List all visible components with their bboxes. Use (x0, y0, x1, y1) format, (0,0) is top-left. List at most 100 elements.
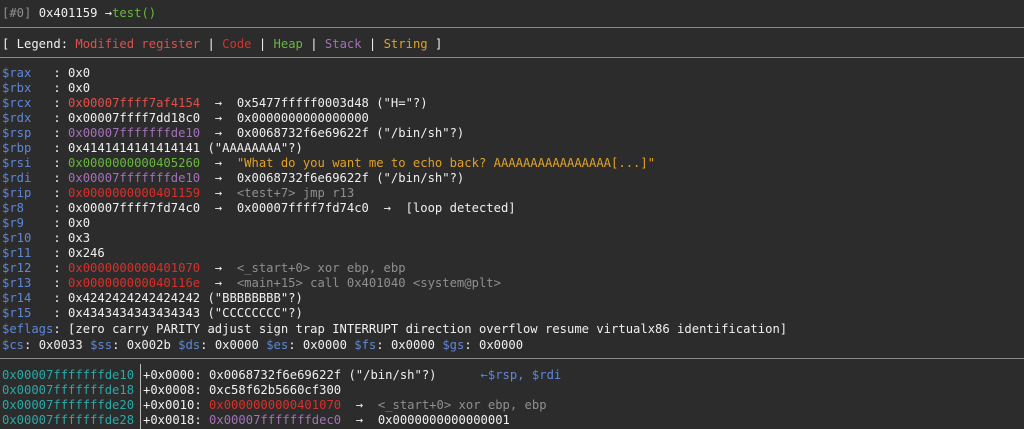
register-row: $r12 : 0x0000000000401070 → <_start+0> x… (2, 261, 406, 276)
segment-register-name: $gs (442, 338, 465, 352)
stack-row: 0x00007fffffffde20 +0x0010: 0x00000000004… (2, 398, 547, 413)
register-target: 0x0000000000000000 (236, 111, 369, 125)
register-row: $rbx : 0x0 (2, 81, 90, 96)
separator-top (0, 27, 1024, 28)
segment-register-value: : 0x0000 (200, 338, 267, 352)
register-row: $r11 : 0x246 (2, 246, 105, 261)
register-name: $rbp (2, 141, 32, 155)
stack-offset: +0x0000: (143, 368, 210, 382)
register-row: $r13 : 0x000000000040116e → <main+15> ca… (2, 276, 501, 291)
register-arrow: → (200, 276, 237, 290)
stack-row: 0x00007fffffffde18 +0x0008: 0xc58f62b5660… (2, 383, 341, 398)
register-colon: : (31, 66, 69, 80)
register-value: 0x4242424242424242 ("BBBBBBBB"?) (68, 291, 303, 305)
separator-stack (0, 358, 1024, 359)
stack-target: <_start+0> xor ebp, ebp (377, 398, 547, 412)
frame-arrow: → (104, 6, 113, 20)
legend-sep: | (302, 37, 325, 51)
frame-function: test() (112, 6, 157, 20)
register-colon: : (31, 96, 69, 110)
legend-heap: Heap (273, 37, 303, 51)
stack-value: 0x0000000000401070 (209, 398, 342, 412)
register-colon: : (31, 171, 69, 185)
segment-register-value: : 0x0000 (376, 338, 443, 352)
stack-offset: +0x0008: (143, 383, 210, 397)
segment-registers-row: $cs: 0x0033 $ss: 0x002b $ds: 0x0000 $es:… (2, 338, 523, 353)
segment-register-value: : 0x0000 (288, 338, 355, 352)
register-name: $rip (2, 186, 32, 200)
register-name: $r15 (2, 306, 32, 320)
register-arrow: → (200, 261, 237, 275)
register-name: $r12 (2, 261, 32, 275)
segment-register-value: : 0x0033 (24, 338, 91, 352)
register-value: 0x00007ffff7fd74c0 (68, 201, 201, 215)
register-arrow: → (200, 171, 237, 185)
register-value: 0x00007ffff7af4154 (68, 96, 201, 110)
register-colon: : (24, 201, 69, 215)
stack-arrow: → (341, 413, 378, 427)
register-value: 0x0000000000401159 (68, 186, 201, 200)
register-name: $r14 (2, 291, 32, 305)
register-colon: : (31, 261, 69, 275)
segment-register-name: $ss (90, 338, 113, 352)
register-name: $rbx (2, 81, 32, 95)
register-name: $r9 (2, 216, 25, 230)
register-value: 0x0000000000405260 (68, 156, 201, 170)
segment-register-name: $fs (354, 338, 377, 352)
segment-register-value: : 0x002b (112, 338, 179, 352)
register-row: $r14 : 0x4242424242424242 ("BBBBBBBB"?) (2, 291, 303, 306)
register-arrow: → (200, 186, 237, 200)
legend-code: Code (222, 37, 252, 51)
register-target: <main+15> call 0x401040 <system@plt> (236, 276, 501, 290)
register-colon: : (31, 186, 69, 200)
register-row: $rip : 0x0000000000401159 → <test+7> jmp… (2, 186, 354, 201)
register-value: 0x0000000000401070 (68, 261, 201, 275)
stack-offset: +0x0018: (143, 413, 210, 427)
stack-arrow: → (341, 398, 378, 412)
register-name: $rsi (2, 156, 32, 170)
segment-register-name: $ds (178, 338, 201, 352)
register-row: $rsi : 0x0000000000405260 → "What do you… (2, 156, 655, 171)
stack-address: 0x00007fffffffde28 (2, 413, 135, 427)
stack-divider (140, 364, 141, 429)
stack-address: 0x00007fffffffde10 (2, 368, 135, 382)
register-target: 0x5477fffff0003d48 ("H="?) (236, 96, 428, 110)
register-row: $rsp : 0x00007fffffffde10 → 0x0068732f6e… (2, 126, 464, 141)
legend-sep: | (361, 37, 384, 51)
register-colon: : (31, 141, 69, 155)
register-colon: : (31, 231, 69, 245)
register-value: 0x00007ffff7dd18c0 (68, 111, 201, 125)
register-value: 0x0 (68, 81, 91, 95)
register-name: $r13 (2, 276, 32, 290)
register-row: $rax : 0x0 (2, 66, 90, 81)
stack-offset: +0x0010: (143, 398, 210, 412)
register-row: $rcx : 0x00007ffff7af4154 → 0x5477fffff0… (2, 96, 428, 111)
register-arrow: → (200, 126, 237, 140)
register-value: 0x3 (68, 231, 91, 245)
stack-target: 0x0000000000000001 (377, 413, 510, 427)
register-value: 0x4343434343434343 ("CCCCCCCC"?) (68, 306, 303, 320)
register-target: "What do you want me to echo back? AAAAA… (236, 156, 656, 170)
register-name: $r10 (2, 231, 32, 245)
register-row: $rdi : 0x00007fffffffde10 → 0x0068732f6e… (2, 171, 464, 186)
legend-modified-register: Modified register (75, 37, 201, 51)
stack-address: 0x00007fffffffde18 (2, 383, 135, 397)
register-colon: : (31, 156, 69, 170)
legend-sep: | (251, 37, 274, 51)
register-colon: : (24, 216, 69, 230)
register-row: $r9 : 0x0 (2, 216, 90, 231)
register-row: $r10 : 0x3 (2, 231, 90, 246)
stack-value: 0x00007fffffffdec0 (209, 413, 342, 427)
register-value: 0x0 (68, 216, 91, 230)
segment-register-name: $cs (2, 338, 25, 352)
register-target: <_start+0> xor ebp, ebp (236, 261, 406, 275)
register-row: $rbp : 0x4141414141414141 ("AAAAAAAA"?) (2, 141, 303, 156)
register-name: $rcx (2, 96, 32, 110)
register-name: $rsp (2, 126, 32, 140)
register-value: 0x4141414141414141 ("AAAAAAAA"?) (68, 141, 303, 155)
legend-string: String (383, 37, 428, 51)
register-name: $r11 (2, 246, 32, 260)
register-value: 0x0 (68, 66, 91, 80)
frame-address: 0x401159 (38, 6, 98, 20)
legend-sep: | (200, 37, 223, 51)
